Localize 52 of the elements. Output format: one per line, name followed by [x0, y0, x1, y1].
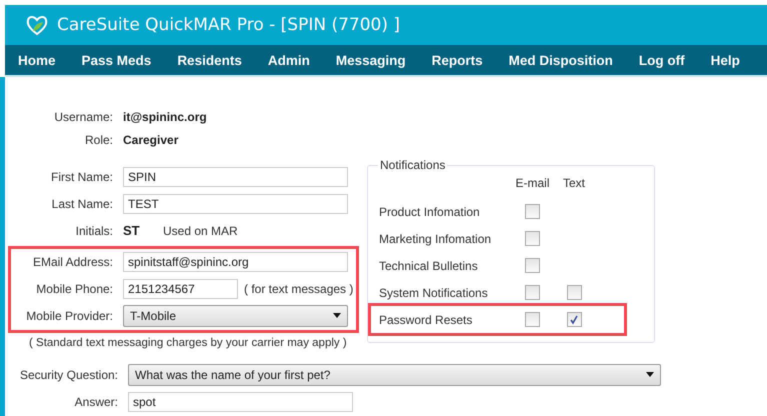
caret-icon — [333, 313, 341, 318]
window-title: CareSuite QuickMAR Pro - [SPIN (7700) ] — [57, 15, 400, 35]
notification-label: Password Resets — [378, 312, 474, 326]
provider-dropdown[interactable]: T-Mobile — [123, 304, 348, 326]
field-label: First Name: — [50, 170, 113, 184]
nav-menu-item[interactable]: Home — [5, 52, 69, 68]
checkbox[interactable] — [525, 231, 540, 246]
input-field[interactable]: spinitstaff@spininc.org — [123, 252, 348, 272]
field-label: Security Question: — [18, 368, 118, 382]
nav-menu-item[interactable]: Med Disposition — [496, 52, 626, 68]
notification-label: Technical Bulletins — [378, 258, 479, 272]
note-text: ( Standard text messaging charges by your carrier may apply ) — [29, 337, 347, 349]
input-field[interactable]: SPIN — [123, 166, 348, 186]
heart-leaf-logo-icon — [25, 13, 49, 37]
group-title: Notifications — [378, 158, 448, 172]
field-label: Mobile Provider: — [25, 308, 113, 322]
nav-menu-item[interactable]: Admin — [254, 52, 323, 68]
field-value: ST — [123, 223, 141, 238]
field-value: it@spininc.org — [123, 110, 208, 124]
checkbox[interactable] — [566, 285, 582, 300]
checkmark-icon — [569, 314, 579, 324]
field-label: Answer: — [74, 394, 118, 408]
checkbox[interactable] — [525, 204, 540, 219]
field-label: EMail Address: — [32, 254, 113, 268]
input-field[interactable]: TEST — [123, 194, 348, 214]
input-field[interactable]: spot — [128, 392, 353, 412]
input-field[interactable]: 2151234567 — [123, 278, 238, 298]
field-label: Last Name: — [50, 196, 113, 210]
nav-menu-item[interactable]: Pass Meds — [68, 52, 164, 68]
nav-menu-item[interactable]: Reports — [418, 52, 496, 68]
column-header: Text — [562, 176, 586, 190]
notification-label: Marketing Infomation — [378, 232, 492, 246]
column-header: E-mail — [514, 176, 550, 190]
caret-icon — [646, 372, 654, 377]
field-label: Initials: — [74, 224, 113, 238]
field-label: Role: — [84, 132, 113, 146]
field-label: Username: — [53, 110, 113, 124]
checkbox[interactable] — [525, 258, 540, 273]
field-value: Caregiver — [123, 132, 180, 146]
checkbox[interactable] — [525, 285, 540, 300]
note-text: Used on MAR — [163, 224, 238, 238]
notification-label: Product Infomation — [378, 204, 481, 218]
checkbox[interactable] — [525, 312, 540, 327]
nav-menu-item[interactable]: Residents — [164, 52, 255, 68]
nav-menu-item[interactable]: Messaging — [322, 52, 419, 68]
nav-menu-item[interactable]: Help — [698, 52, 753, 68]
note-text: ( for text messages ) — [244, 282, 354, 296]
field-label: Mobile Phone: — [35, 282, 113, 296]
security-question-dropdown[interactable]: What was the name of your first pet? — [128, 364, 661, 386]
checkbox[interactable] — [566, 312, 582, 327]
notification-label: System Notifications — [378, 286, 489, 300]
nav-menu-item[interactable]: Log off — [626, 52, 698, 68]
